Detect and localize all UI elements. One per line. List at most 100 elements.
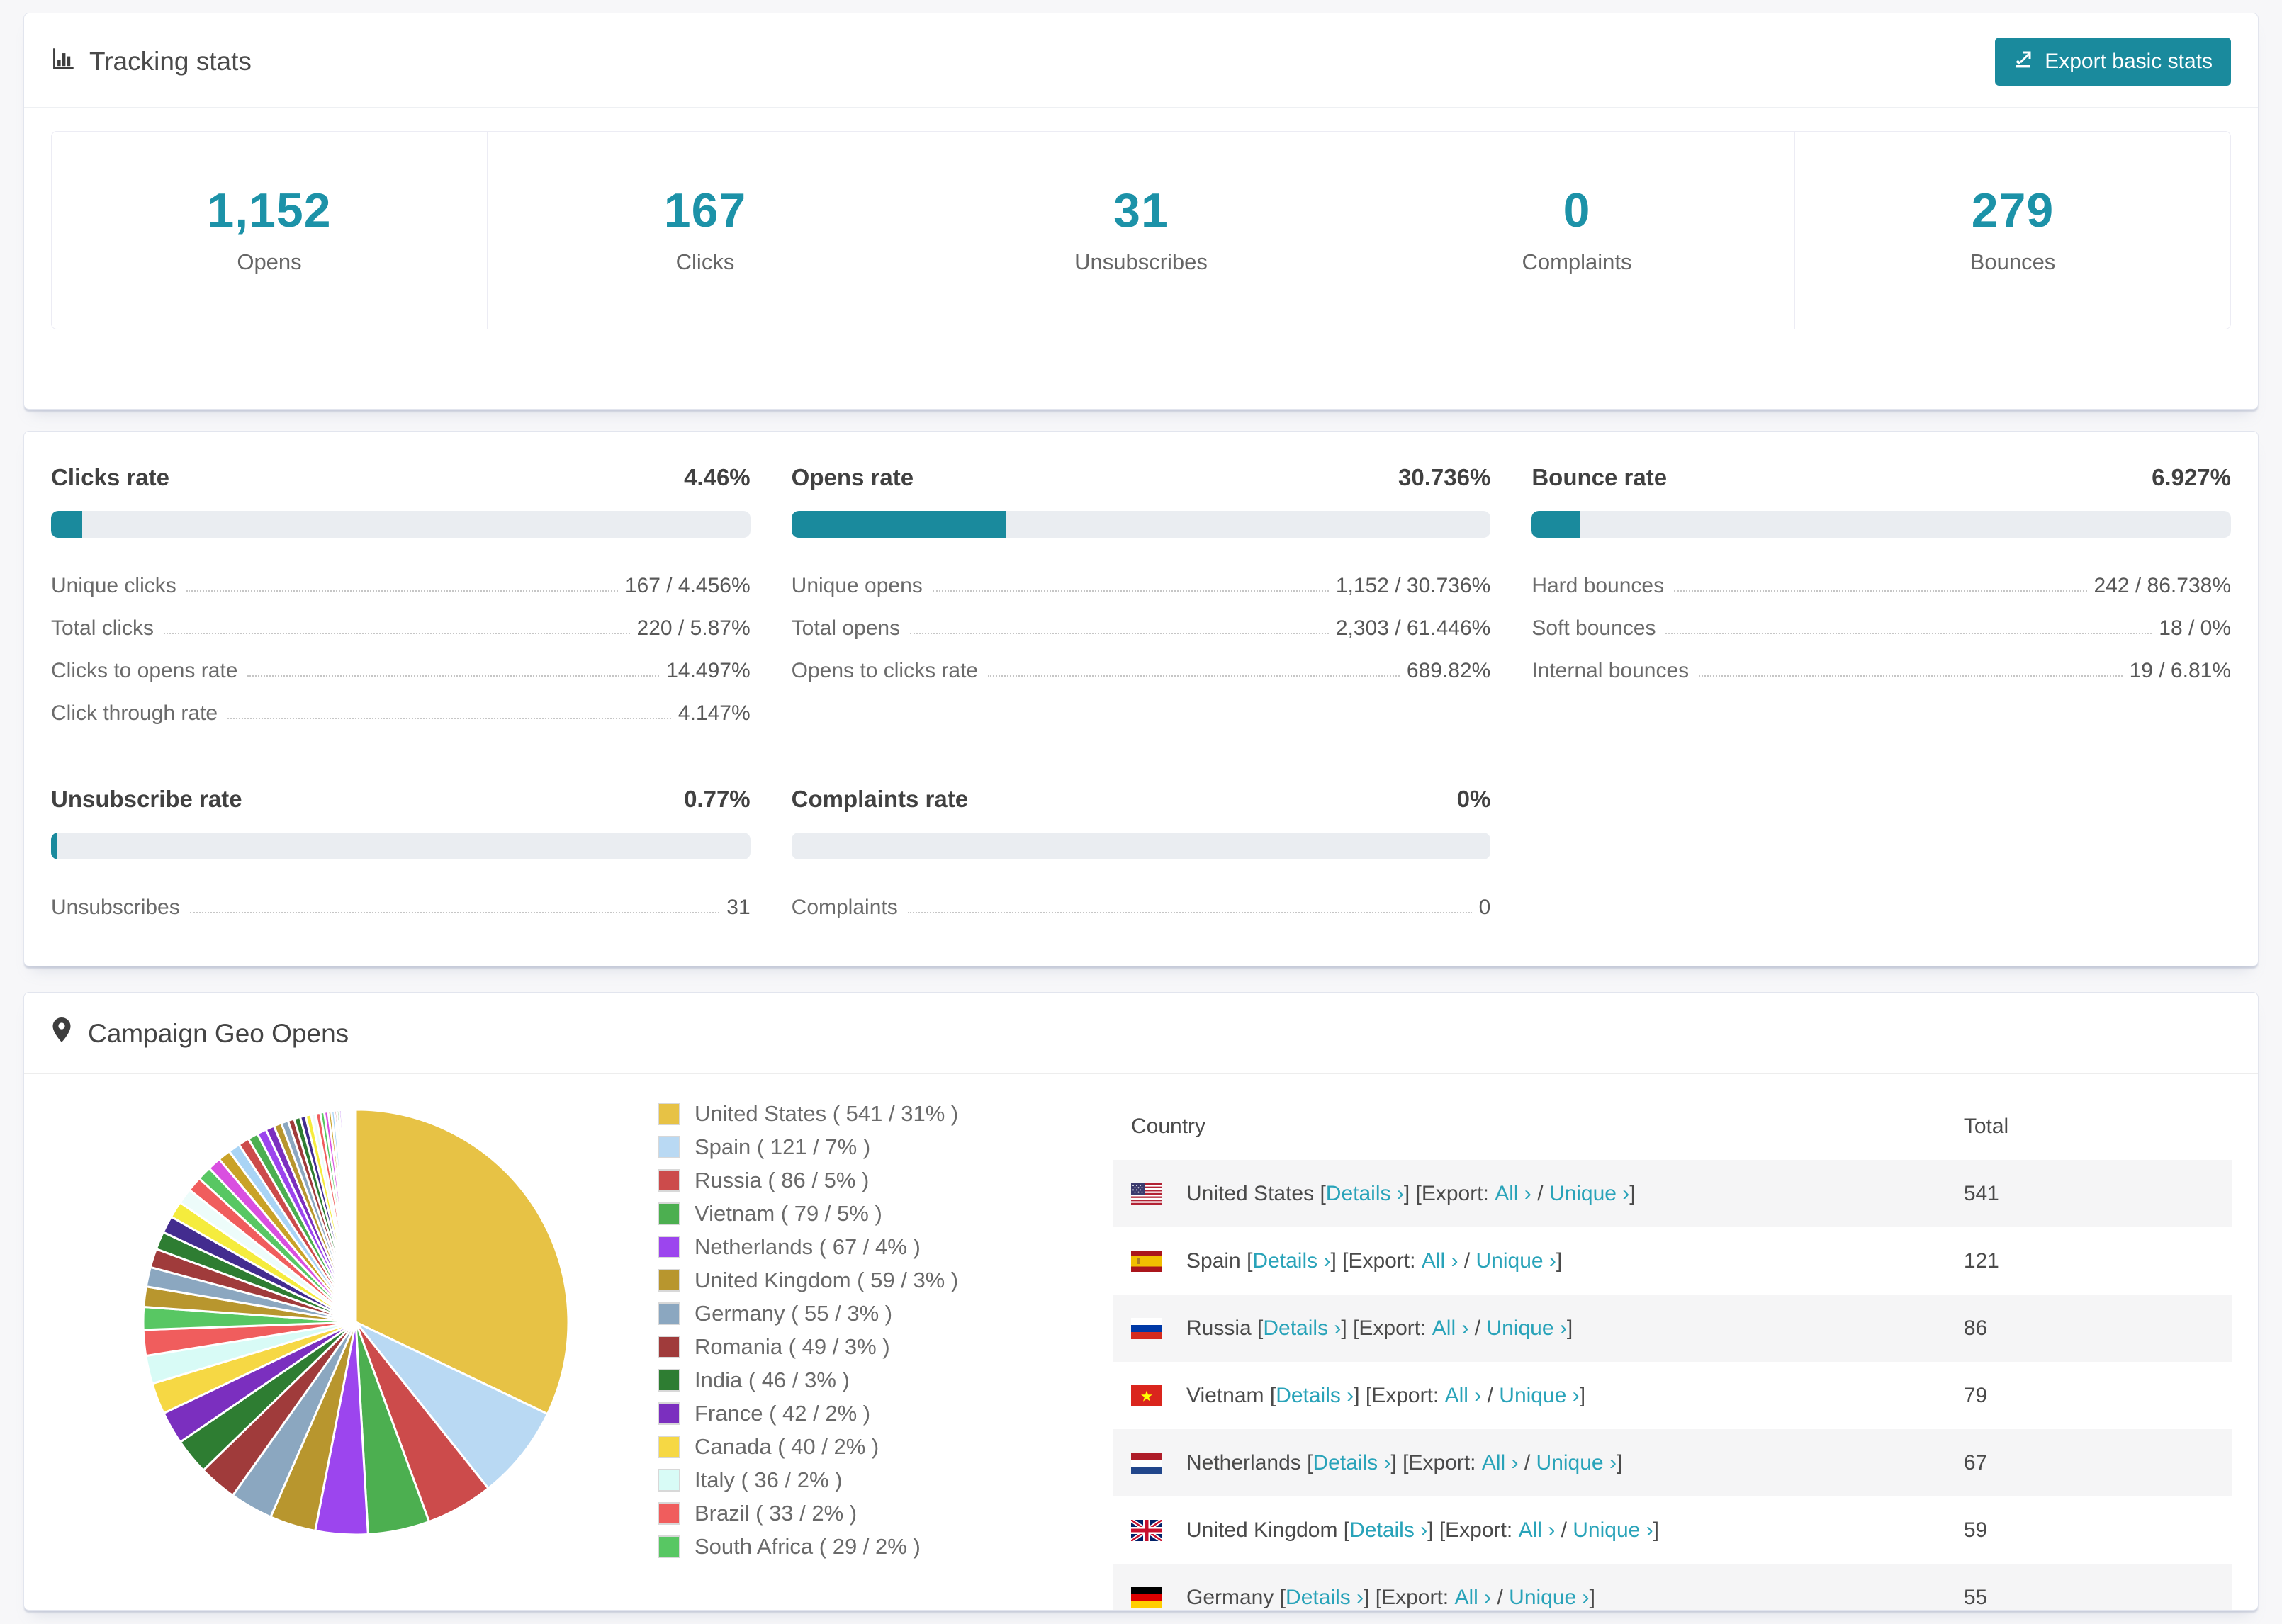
details-link[interactable]: Details › <box>1252 1249 1330 1273</box>
table-header-row: Country Total <box>1113 1093 2232 1160</box>
bracket: ] [Export: <box>1341 1316 1432 1340</box>
legend-swatch <box>658 1302 680 1325</box>
export-all-link[interactable]: All › <box>1445 1384 1482 1408</box>
dotted-leader <box>1699 675 2123 677</box>
rate-card-complaints-rate: Complaints rate 0% Complaints 0 <box>791 786 1491 929</box>
country-cell: United Kingdom [Details ›] [Export: All … <box>1113 1518 1964 1543</box>
flag-ru-icon <box>1131 1317 1162 1339</box>
legend-label: United States ( 541 / 31% ) <box>695 1101 959 1126</box>
detail-value: 167 / 4.456% <box>624 574 751 597</box>
slash: / <box>1481 1383 1500 1407</box>
rate-detail-rows: Unique opens 1,152 / 30.736% Total opens 2,… <box>792 565 1491 692</box>
rate-value: 6.927% <box>2152 464 2231 490</box>
export-unique-link[interactable]: Unique › <box>1509 1586 1589 1610</box>
detail-row: Total opens 2,303 / 61.446% <box>792 607 1491 650</box>
detail-row: Clicks to opens rate 14.497% <box>51 650 751 692</box>
export-unique-link[interactable]: Unique › <box>1536 1451 1617 1475</box>
stat-value: 0 <box>1563 184 1591 237</box>
rate-card-opens-rate: Opens rate 30.736% Unique opens 1,152 / 30.… <box>791 464 1491 735</box>
export-unique-link[interactable]: Unique › <box>1499 1384 1579 1408</box>
rate-detail-rows: Unsubscribes 31 <box>51 886 751 929</box>
rate-detail-rows: Complaints 0 <box>792 886 1491 929</box>
details-link[interactable]: Details › <box>1313 1451 1390 1475</box>
rate-title: Clicks rate <box>51 464 169 490</box>
legend-label: Romania ( 49 / 3% ) <box>695 1334 890 1359</box>
progress-bar <box>1531 511 2231 538</box>
rate-card-unsubscribe-rate: Unsubscribe rate 0.77% Unsubscribes 31 <box>51 786 751 929</box>
legend-label: France ( 42 / 2% ) <box>695 1401 871 1426</box>
detail-value: 4.147% <box>678 701 751 725</box>
rate-value: 0% <box>1456 786 1491 812</box>
column-header-total: Total <box>1963 1114 2009 1138</box>
dotted-leader <box>932 590 1329 592</box>
rate-detail-rows: Hard bounces 242 / 86.738% Soft bounces 18 … <box>1531 565 2231 692</box>
legend-label: Russia ( 86 / 5% ) <box>695 1168 870 1192</box>
progress-bar <box>51 833 751 859</box>
export-all-link[interactable]: All › <box>1454 1586 1491 1610</box>
detail-value: 14.497% <box>666 659 751 682</box>
detail-label: Unsubscribes <box>51 896 180 919</box>
geo-opens-pie-chart <box>136 1103 575 1542</box>
bracket: ] [Export: <box>1390 1450 1482 1474</box>
bracket: [ <box>1264 1383 1276 1407</box>
dotted-leader <box>1674 590 2087 592</box>
details-link[interactable]: Details › <box>1349 1518 1427 1543</box>
details-link[interactable]: Details › <box>1276 1384 1354 1408</box>
detail-value: 2,303 / 61.446% <box>1335 616 1491 640</box>
detail-label: Opens to clicks rate <box>791 659 979 682</box>
detail-value: 0 <box>1478 896 1491 919</box>
legend-item-india: India ( 46 / 3% ) <box>658 1368 1005 1393</box>
export-all-link[interactable]: All › <box>1495 1182 1531 1206</box>
details-link[interactable]: Details › <box>1326 1182 1404 1206</box>
legend-label: Spain ( 121 / 7% ) <box>695 1134 871 1159</box>
legend-item-italy: Italy ( 36 / 2% ) <box>658 1467 1005 1493</box>
detail-row: Total clicks 220 / 5.87% <box>51 607 751 650</box>
bracket: ] <box>1616 1450 1623 1474</box>
progress-bar-fill <box>51 833 57 859</box>
detail-row: Unique clicks 167 / 4.456% <box>51 565 751 607</box>
rate-card-header: Complaints rate 0% <box>792 786 1491 813</box>
country-cell: Germany [Details ›] [Export: All › / Uni… <box>1113 1586 1964 1610</box>
detail-label: Complaints <box>791 896 898 919</box>
detail-row: Internal bounces 19 / 6.81% <box>1531 650 2231 692</box>
legend-label: South Africa ( 29 / 2% ) <box>695 1534 921 1559</box>
rates-grid: Clicks rate 4.46% Unique clicks 167 / 4.456… <box>51 464 2231 929</box>
export-all-link[interactable]: All › <box>1422 1249 1458 1273</box>
details-link[interactable]: Details › <box>1286 1586 1364 1610</box>
stat-label: Clicks <box>675 249 735 274</box>
total-cell: 79 <box>1963 1383 1988 1407</box>
dotted-leader <box>1665 633 2152 634</box>
export-all-link[interactable]: All › <box>1519 1518 1556 1543</box>
rate-title: Opens rate <box>791 464 914 490</box>
legend-item-united-kingdom: United Kingdom ( 59 / 3% ) <box>658 1268 1005 1293</box>
details-link[interactable]: Details › <box>1263 1316 1341 1341</box>
rates-card: Clicks rate 4.46% Unique clicks 167 / 4.456… <box>23 431 2259 966</box>
export-all-link[interactable]: All › <box>1432 1316 1469 1341</box>
rate-value: 30.736% <box>1398 464 1491 490</box>
export-all-link[interactable]: All › <box>1482 1451 1519 1475</box>
stat-label: Bounces <box>1969 249 2056 274</box>
pie-slice-other-45[interactable] <box>354 1108 357 1324</box>
rate-card-header: Unsubscribe rate 0.77% <box>51 786 751 813</box>
detail-value: 18 / 0% <box>2159 616 2231 640</box>
summary-stats-row: 1,152 Opens 167 Clicks 31 Unsubscribes 0 Compla… <box>51 131 2231 329</box>
tracking-stats-card: Tracking stats Export basic stats 1,152 O… <box>23 13 2259 410</box>
slash: / <box>1531 1181 1549 1205</box>
legend-label: Canada ( 40 / 2% ) <box>695 1434 879 1459</box>
dotted-leader <box>988 675 1400 677</box>
legend-item-netherlands: Netherlands ( 67 / 4% ) <box>658 1234 1005 1260</box>
legend-item-russia: Russia ( 86 / 5% ) <box>658 1168 1005 1193</box>
detail-label: Total clicks <box>51 616 154 640</box>
table-row-us: United States [Details ›] [Export: All ›… <box>1113 1160 2232 1227</box>
legend-swatch <box>658 1103 680 1125</box>
export-unique-link[interactable]: Unique › <box>1549 1182 1629 1206</box>
bracket: ] [Export: <box>1330 1248 1422 1273</box>
export-unique-link[interactable]: Unique › <box>1573 1518 1653 1543</box>
export-unique-link[interactable]: Unique › <box>1486 1316 1566 1341</box>
flag-de-icon <box>1131 1586 1162 1608</box>
export-basic-stats-button[interactable]: Export basic stats <box>1995 38 2231 86</box>
export-unique-link[interactable]: Unique › <box>1476 1249 1556 1273</box>
tracking-stats-header: Tracking stats Export basic stats <box>24 13 2258 108</box>
legend-item-romania: Romania ( 49 / 3% ) <box>658 1334 1005 1360</box>
detail-value: 220 / 5.87% <box>636 616 751 640</box>
